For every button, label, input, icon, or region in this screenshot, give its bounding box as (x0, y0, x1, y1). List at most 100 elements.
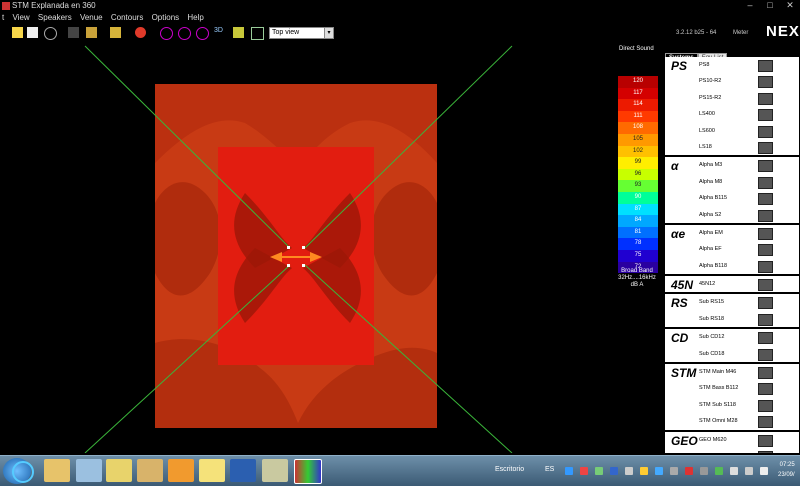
zoom-in-icon[interactable] (160, 27, 173, 40)
speaker-item[interactable]: Alpha S2 (665, 207, 799, 223)
scale-level: 102 (618, 146, 658, 158)
report-icon[interactable] (110, 27, 121, 38)
clock[interactable]: 07:25 23/09/ (778, 460, 795, 480)
speaker-item[interactable]: Alpha B118 (665, 258, 799, 274)
word-icon[interactable] (230, 459, 256, 482)
grid-icon[interactable] (68, 27, 79, 38)
paint-icon[interactable] (262, 459, 288, 482)
speaker-thumbnail-icon (758, 60, 773, 72)
speaker-item[interactable]: STM Bass B112 (665, 380, 799, 396)
speaker-name: STM Bass B112 (699, 385, 738, 391)
notes-icon[interactable] (199, 459, 225, 482)
share-icon[interactable] (44, 27, 57, 40)
speaker-item[interactable]: STM Omni M28 (665, 413, 799, 429)
ie-icon[interactable] (12, 461, 34, 483)
speaker-item[interactable]: Sub RS18 (665, 311, 799, 327)
folder-icon[interactable] (106, 459, 132, 482)
speaker-item[interactable]: PS8 (665, 57, 799, 73)
tray-icon-9[interactable] (685, 467, 693, 475)
speaker-item[interactable]: STM Main M46 (665, 364, 799, 380)
simulation-canvas[interactable] (0, 43, 610, 453)
speaker-item[interactable]: 45N12 (665, 276, 799, 292)
speaker-item[interactable]: Alpha EF (665, 241, 799, 257)
minimize-button[interactable]: – (740, 0, 760, 11)
speaker-item[interactable]: Sub RS15 (665, 294, 799, 310)
title-bar: STM Explanada en 360 –□✕ (0, 0, 800, 12)
speaker-name: PS10-R2 (699, 78, 721, 84)
clock-time: 07:25 (778, 460, 795, 470)
speaker-item[interactable]: Sub CD12 (665, 329, 799, 345)
tray-icon-12[interactable] (730, 467, 738, 475)
speaker-item[interactable]: STM Sub S118 (665, 397, 799, 413)
record-icon[interactable] (135, 27, 146, 38)
outlook-icon[interactable] (168, 459, 194, 482)
menu-options[interactable]: Options (152, 13, 180, 22)
zoom-out-icon[interactable] (178, 27, 191, 40)
speaker-item[interactable]: PS10-R2 (665, 73, 799, 89)
menu-speakers[interactable]: Speakers (38, 13, 72, 22)
tray-icon-8[interactable] (670, 467, 678, 475)
scale-level: 87 (618, 204, 658, 216)
tray-icon-10[interactable] (700, 467, 708, 475)
explorer-icon[interactable] (44, 459, 70, 482)
menu-contours[interactable]: Contours (111, 13, 143, 22)
scale-level: 105 (618, 134, 658, 146)
tray-icon-11[interactable] (715, 467, 723, 475)
speaker-item[interactable]: LS18 (665, 139, 799, 155)
speaker-thumbnail-icon (758, 109, 773, 121)
speaker-name: STM Sub S118 (699, 402, 736, 408)
measure-icon[interactable] (233, 27, 244, 38)
maximize-button[interactable]: □ (760, 0, 780, 11)
speaker-item[interactable]: Sub CD18 (665, 346, 799, 362)
menu-help[interactable]: Help (187, 13, 203, 22)
speaker-name: Alpha M8 (699, 179, 722, 185)
speaker-item[interactable]: Alpha M3 (665, 157, 799, 173)
tray-icon-5[interactable] (625, 467, 633, 475)
tray-icon-6[interactable] (640, 467, 648, 475)
scale-level: 117 (618, 88, 658, 100)
systems-panel: SystemsEqv-List PSPS8PS10-R2PS15-R2LS400… (663, 43, 800, 455)
volume-icon[interactable] (760, 467, 768, 475)
tray-icon-2[interactable] (580, 467, 588, 475)
speaker-item[interactable]: LS400 (665, 106, 799, 122)
save-icon[interactable] (12, 27, 23, 38)
zoom-fit-icon[interactable] (196, 27, 209, 40)
tray-icon-1[interactable] (565, 467, 573, 475)
view-select[interactable]: Top view (269, 27, 325, 39)
speaker-thumbnail-icon (758, 451, 773, 453)
speaker-item[interactable]: Alpha EM (665, 225, 799, 241)
unit-label: Meter (733, 30, 748, 36)
speaker-thumbnail-icon (758, 383, 773, 395)
speaker-name: PS8 (699, 62, 709, 68)
photos-icon[interactable] (137, 459, 163, 482)
tray-icon-4[interactable] (610, 467, 618, 475)
menu-venue[interactable]: Venue (80, 13, 103, 22)
tray-icon-7[interactable] (655, 467, 663, 475)
scale-level: 111 (618, 111, 658, 123)
settings-icon[interactable] (251, 27, 264, 40)
view-select-arrow[interactable]: ▾ (324, 27, 334, 39)
speaker-item[interactable]: PS15-R2 (665, 90, 799, 106)
scale-bar: 1201171141111081051029996939087848178757… (618, 76, 658, 273)
view-3d-icon[interactable]: 3D (214, 27, 225, 38)
desktop-label[interactable]: Escritorio (495, 466, 524, 473)
nexo-app-icon[interactable] (294, 459, 322, 484)
speaker-item[interactable]: Alpha M8 (665, 174, 799, 190)
language-indicator[interactable]: ES (545, 466, 554, 473)
table-icon[interactable] (86, 27, 97, 38)
new-icon[interactable] (27, 27, 38, 38)
tray-icon-3[interactable] (595, 467, 603, 475)
nexo-logo: NEXO (766, 23, 800, 40)
speaker-item[interactable]: GEO S805 (665, 448, 799, 453)
speaker-group: CDSub CD12Sub CD18 (665, 329, 799, 364)
network-icon[interactable] (745, 467, 753, 475)
menu-view[interactable]: View (12, 13, 29, 22)
document-icon[interactable] (76, 459, 102, 482)
speaker-item[interactable]: GEO M620 (665, 432, 799, 448)
speaker-item[interactable]: LS600 (665, 123, 799, 139)
version-label: 3.2.12 b25 - 64 (676, 30, 716, 36)
close-button[interactable]: ✕ (780, 0, 800, 11)
menu-file[interactable]: t (2, 13, 4, 22)
speaker-thumbnail-icon (758, 228, 773, 240)
speaker-item[interactable]: Alpha B115 (665, 190, 799, 206)
